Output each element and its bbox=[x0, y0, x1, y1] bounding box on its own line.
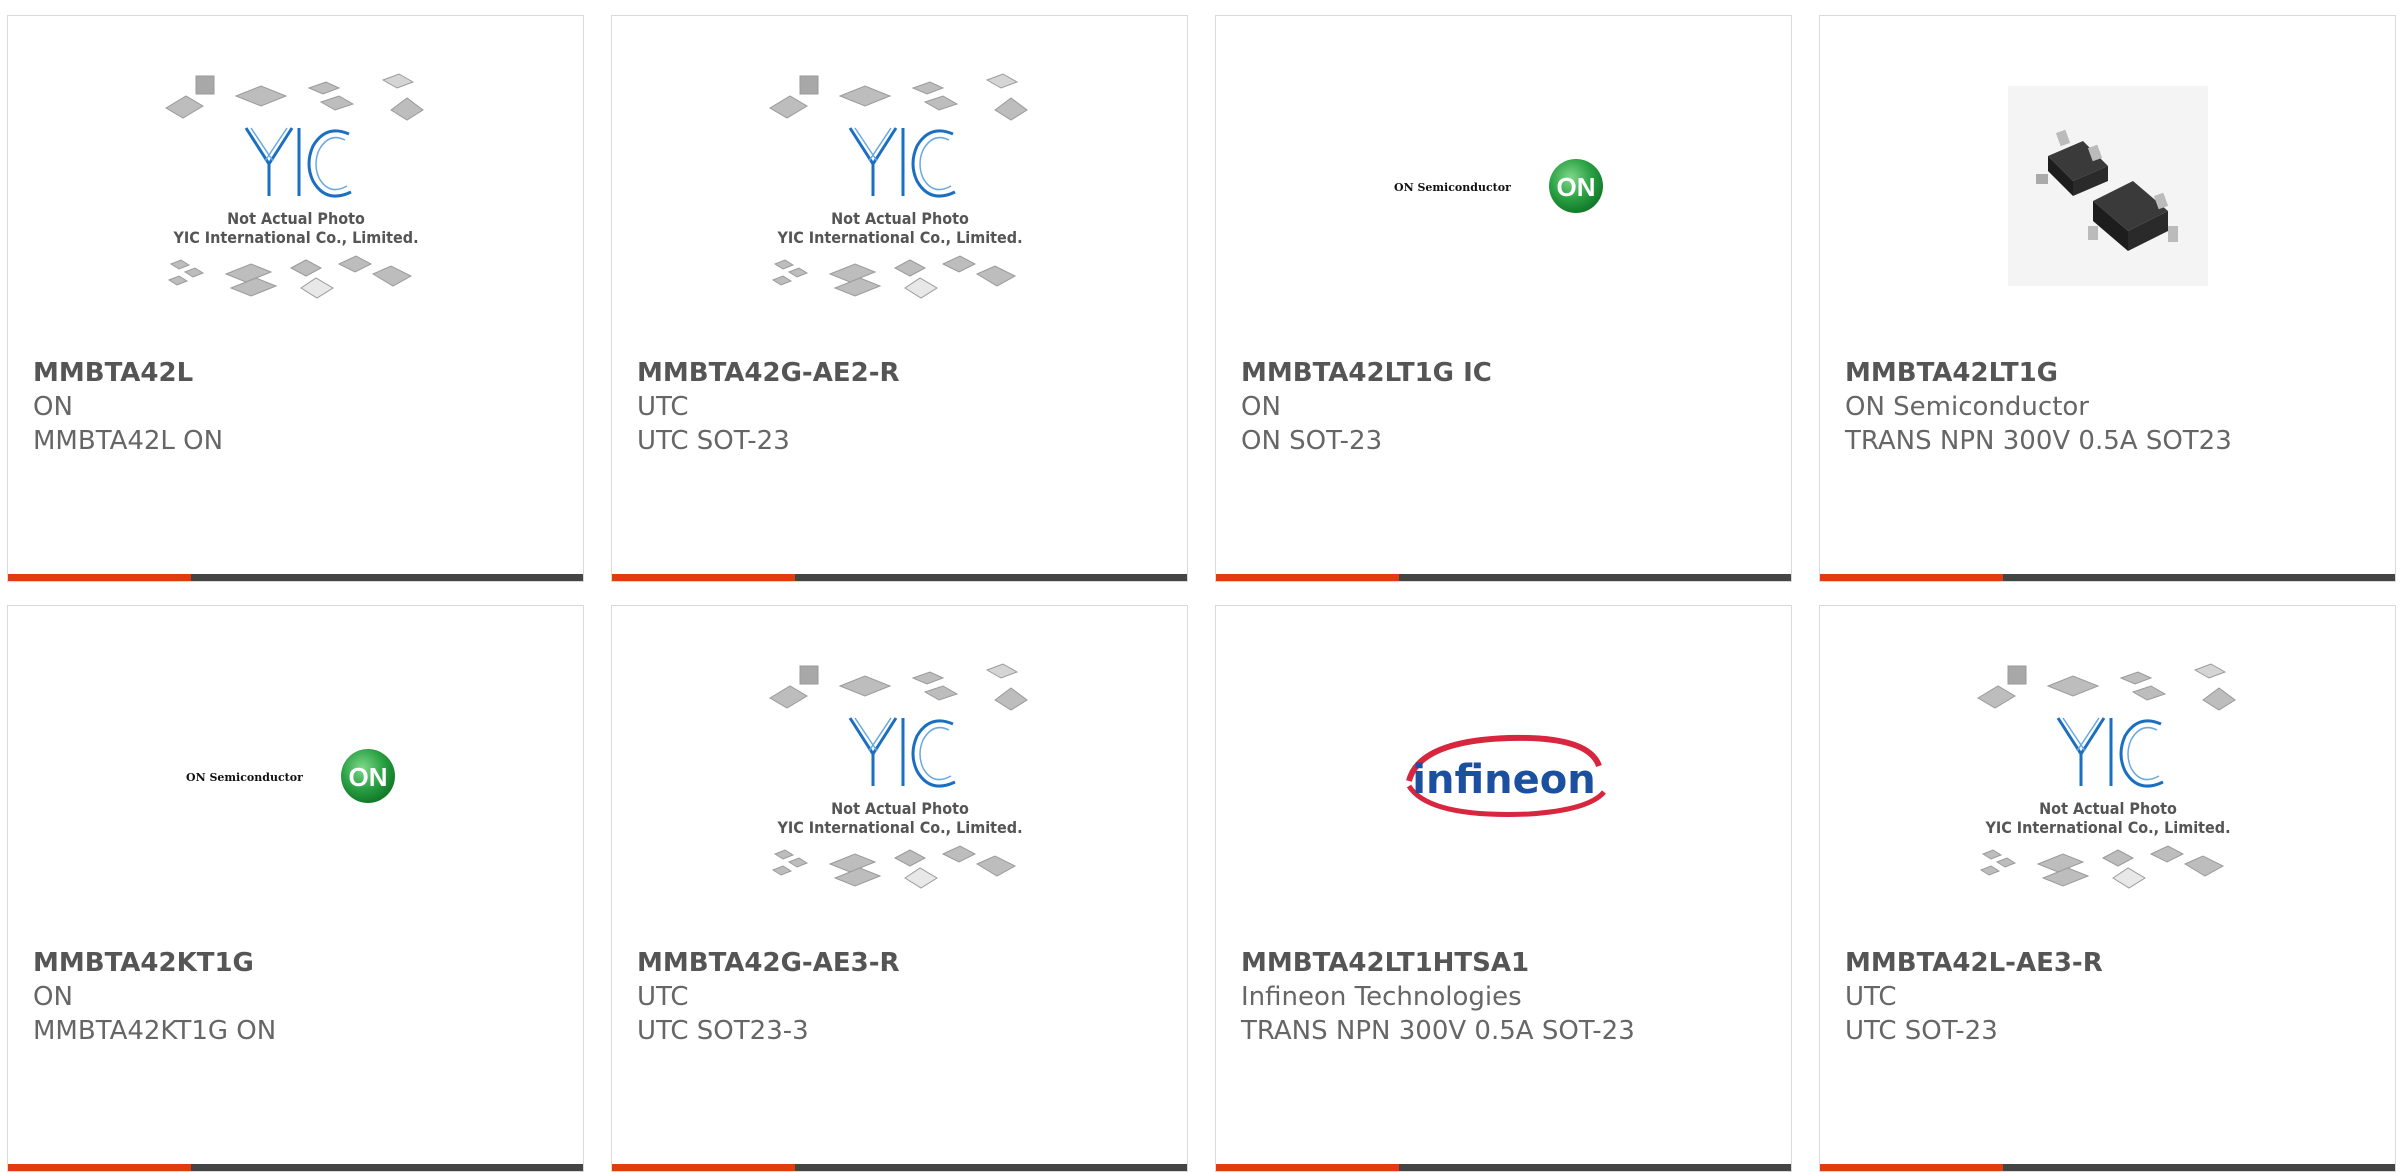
svg-text:ON Semiconductor: ON Semiconductor bbox=[1394, 181, 1511, 194]
product-description: MMBTA42KT1G ON bbox=[33, 1016, 277, 1046]
manufacturer-name: UTC bbox=[1845, 982, 1897, 1012]
card-footer-bar bbox=[1820, 574, 2395, 581]
product-card[interactable]: infineon MMBTA42LT1HTSA1 Infineon Technol… bbox=[1215, 605, 1792, 1172]
product-card[interactable]: Not Actual Photo YIC International Co., … bbox=[1819, 605, 2396, 1172]
part-number[interactable]: MMBTA42KT1G bbox=[33, 946, 563, 980]
card-footer-accent bbox=[612, 574, 795, 581]
not-actual-photo-placeholder: Not Actual Photo YIC International Co., … bbox=[768, 73, 1028, 299]
manufacturer-name: UTC bbox=[637, 982, 689, 1012]
product-image[interactable]: infineon bbox=[1216, 606, 1791, 946]
not-actual-photo-placeholder: Not Actual Photo YIC International Co., … bbox=[164, 73, 424, 299]
on-semiconductor-logo: ON Semiconductor ON bbox=[186, 749, 395, 803]
part-number[interactable]: MMBTA42LT1G IC bbox=[1241, 356, 1771, 390]
card-footer-bar bbox=[1216, 574, 1791, 581]
product-image[interactable]: Not Actual Photo YIC International Co., … bbox=[612, 16, 1187, 356]
product-card[interactable]: ON Semiconductor ON MMBTA42LT1G IC ON ON S… bbox=[1215, 15, 1792, 582]
product-image[interactable]: ON Semiconductor ON bbox=[8, 606, 583, 946]
product-info: MMBTA42LT1G ON Semiconductor TRANS NPN 300… bbox=[1845, 356, 2375, 458]
product-image[interactable]: Not Actual Photo YIC International Co., … bbox=[8, 16, 583, 356]
card-footer-accent bbox=[1820, 1164, 2003, 1171]
part-number[interactable]: MMBTA42L bbox=[33, 356, 563, 390]
product-info: MMBTA42G-AE3-R UTC UTC SOT23-3 bbox=[637, 946, 1167, 1048]
placeholder-caption-2: YIC International Co., Limited. bbox=[1984, 818, 2230, 837]
infineon-logo: infineon bbox=[1405, 734, 1606, 817]
card-footer-accent bbox=[1216, 1164, 1399, 1171]
svg-text:ON: ON bbox=[1556, 172, 1595, 202]
placeholder-caption-1: Not Actual Photo bbox=[2039, 799, 2177, 818]
card-footer-bar bbox=[8, 574, 583, 581]
part-number[interactable]: MMBTA42G-AE2-R bbox=[637, 356, 1167, 390]
product-info: MMBTA42KT1G ON MMBTA42KT1G ON bbox=[33, 946, 563, 1048]
svg-text:ON: ON bbox=[348, 762, 387, 792]
not-actual-photo-placeholder: Not Actual Photo YIC International Co., … bbox=[768, 663, 1028, 889]
manufacturer-name: ON Semiconductor bbox=[1845, 392, 2089, 422]
placeholder-caption-2: YIC International Co., Limited. bbox=[172, 228, 418, 247]
product-card[interactable]: ON Semiconductor ON MMBTA42KT1G ON MMBTA42… bbox=[7, 605, 584, 1172]
product-info: MMBTA42LT1G IC ON ON SOT-23 bbox=[1241, 356, 1771, 458]
product-image[interactable]: Not Actual Photo YIC International Co., … bbox=[1820, 606, 2395, 946]
part-number[interactable]: MMBTA42LT1HTSA1 bbox=[1241, 946, 1771, 980]
product-description: UTC SOT23-3 bbox=[637, 1016, 809, 1046]
product-card[interactable]: Not Actual Photo YIC International Co., … bbox=[611, 15, 1188, 582]
product-info: MMBTA42L ON MMBTA42L ON bbox=[33, 356, 563, 458]
yic-logo bbox=[848, 717, 956, 788]
part-number[interactable]: MMBTA42LT1G bbox=[1845, 356, 2375, 390]
product-description: UTC SOT-23 bbox=[1845, 1016, 1998, 1046]
placeholder-caption-2: YIC International Co., Limited. bbox=[776, 228, 1022, 247]
svg-text:infineon: infineon bbox=[1412, 757, 1595, 803]
card-footer-bar bbox=[1820, 1164, 2395, 1171]
card-footer-bar bbox=[1216, 1164, 1791, 1171]
product-image[interactable]: Not Actual Photo YIC International Co., … bbox=[612, 606, 1187, 946]
card-footer-accent bbox=[8, 574, 191, 581]
manufacturer-name: ON bbox=[33, 392, 73, 422]
card-footer-bar bbox=[8, 1164, 583, 1171]
card-footer-accent bbox=[1820, 574, 2003, 581]
product-info: MMBTA42G-AE2-R UTC UTC SOT-23 bbox=[637, 356, 1167, 458]
placeholder-caption-1: Not Actual Photo bbox=[227, 209, 365, 228]
yic-logo bbox=[848, 127, 956, 198]
manufacturer-name: ON bbox=[1241, 392, 1281, 422]
product-description: ON SOT-23 bbox=[1241, 426, 1383, 456]
product-info: MMBTA42LT1HTSA1 Infineon Technologies TRAN… bbox=[1241, 946, 1771, 1048]
card-footer-accent bbox=[612, 1164, 795, 1171]
manufacturer-name: ON bbox=[33, 982, 73, 1012]
product-info: MMBTA42L-AE3-R UTC UTC SOT-23 bbox=[1845, 946, 2375, 1048]
product-image[interactable] bbox=[1820, 16, 2395, 356]
product-card[interactable]: Not Actual Photo YIC International Co., … bbox=[611, 605, 1188, 1172]
sot23-package-photo bbox=[2007, 86, 2208, 286]
yic-logo bbox=[244, 127, 352, 198]
on-semiconductor-logo: ON Semiconductor ON bbox=[1394, 159, 1603, 213]
part-number[interactable]: MMBTA42L-AE3-R bbox=[1845, 946, 2375, 980]
product-description: MMBTA42L ON bbox=[33, 426, 224, 456]
card-footer-accent bbox=[1216, 574, 1399, 581]
part-number[interactable]: MMBTA42G-AE3-R bbox=[637, 946, 1167, 980]
product-description: TRANS NPN 300V 0.5A SOT-23 bbox=[1241, 1016, 1635, 1046]
card-footer-bar bbox=[612, 574, 1187, 581]
placeholder-caption-1: Not Actual Photo bbox=[831, 799, 969, 818]
yic-logo bbox=[2056, 717, 2164, 788]
product-card[interactable]: MMBTA42LT1G ON Semiconductor TRANS NPN 300… bbox=[1819, 15, 2396, 582]
product-image[interactable]: ON Semiconductor ON bbox=[1216, 16, 1791, 356]
card-footer-accent bbox=[8, 1164, 191, 1171]
svg-text:ON Semiconductor: ON Semiconductor bbox=[186, 771, 303, 784]
product-description: TRANS NPN 300V 0.5A SOT23 bbox=[1845, 426, 2232, 456]
placeholder-caption-2: YIC International Co., Limited. bbox=[776, 818, 1022, 837]
manufacturer-name: Infineon Technologies bbox=[1241, 982, 1522, 1012]
product-description: UTC SOT-23 bbox=[637, 426, 790, 456]
not-actual-photo-placeholder: Not Actual Photo YIC International Co., … bbox=[1976, 663, 2236, 889]
placeholder-caption-1: Not Actual Photo bbox=[831, 209, 969, 228]
card-footer-bar bbox=[612, 1164, 1187, 1171]
manufacturer-name: UTC bbox=[637, 392, 689, 422]
product-card[interactable]: Not Actual Photo YIC International Co., … bbox=[7, 15, 584, 582]
